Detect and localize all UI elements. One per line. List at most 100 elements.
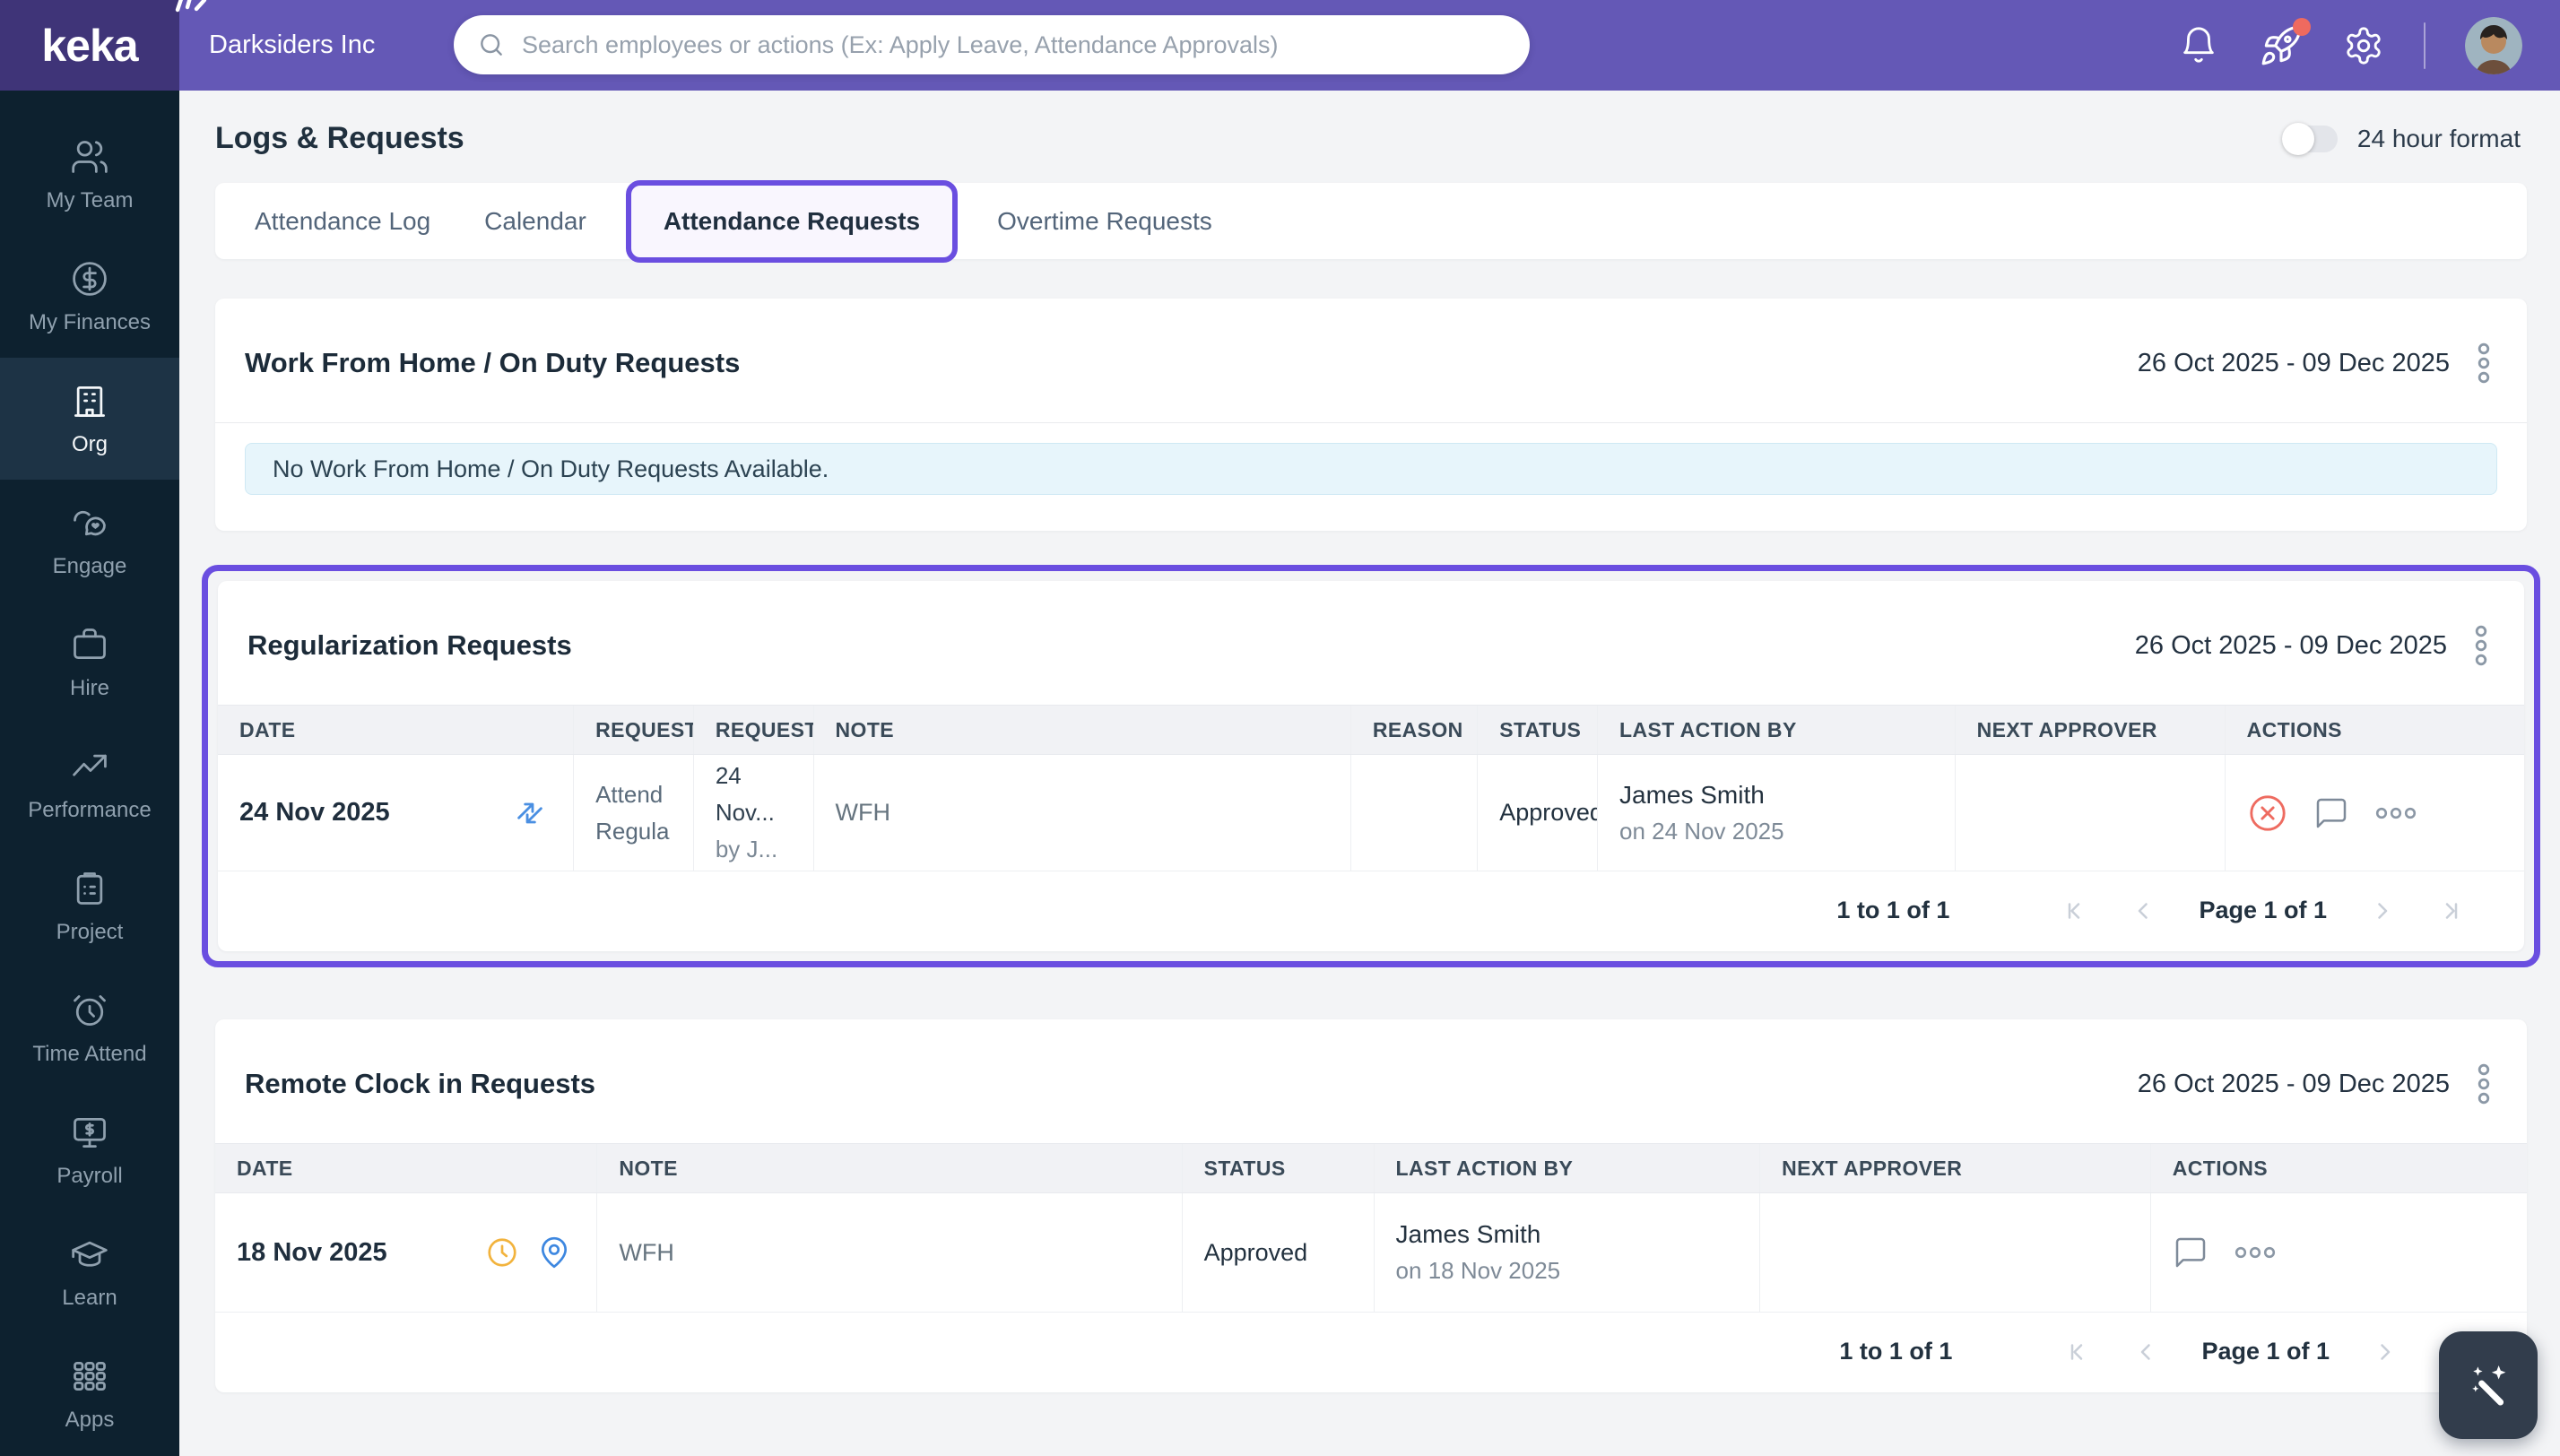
last-action-by-cell: James Smith on 18 Nov 2025 — [1373, 1193, 1760, 1312]
payroll-icon — [74, 1117, 106, 1148]
global-search[interactable] — [454, 15, 1530, 74]
reject-icon[interactable] — [2247, 793, 2288, 834]
col-last-action-by: LAST ACTION BY — [1373, 1144, 1760, 1192]
wfh-empty-banner: No Work From Home / On Duty Requests Ava… — [245, 443, 2497, 495]
prev-page-button[interactable] — [2130, 897, 2157, 924]
sync-swap-icon[interactable] — [512, 795, 548, 831]
topbar: keka Darksiders Inc — [0, 0, 2560, 91]
sidebar-item-engage[interactable]: Engage — [0, 480, 179, 602]
regularization-date-range[interactable]: 26 Oct 2025 - 09 Dec 2025 — [2135, 631, 2447, 661]
next-page-button[interactable] — [2371, 1339, 2398, 1365]
date-cell: 24 Nov 2025 — [218, 755, 573, 871]
status-cell: Approved — [1181, 1193, 1374, 1312]
sidebar-item-apps[interactable]: Apps — [0, 1333, 179, 1455]
col-date: DATE — [237, 1156, 293, 1180]
comment-icon[interactable] — [2313, 795, 2349, 831]
sidebar-item-label: Time Attend — [32, 1041, 147, 1066]
team-icon — [72, 140, 108, 173]
sidebar-item-my-team[interactable]: My Team — [0, 114, 179, 236]
tab-bar: Attendance Log Calendar Attendance Reque… — [215, 179, 2527, 263]
toggle-knob — [2281, 122, 2314, 155]
sidebar-item-org[interactable]: Org — [0, 358, 179, 480]
location-pin-icon[interactable] — [537, 1235, 571, 1270]
whats-new-button[interactable] — [2259, 17, 2311, 68]
gear-icon — [2347, 26, 2381, 65]
request-type-line1: Attend — [595, 780, 664, 808]
company-name: Darksiders Inc — [209, 30, 376, 59]
last-action-by-cell: James Smith on 24 Nov 2025 — [1597, 755, 1955, 871]
prev-page-button[interactable] — [2133, 1339, 2160, 1365]
row-date: 18 Nov 2025 — [237, 1237, 387, 1267]
next-approver-cell — [1954, 755, 2225, 871]
remote-clock-in-card: Remote Clock in Requests 26 Oct 2025 - 0… — [215, 1019, 2527, 1392]
magic-assistant-button[interactable] — [2439, 1331, 2538, 1439]
next-page-icon — [2381, 1343, 2391, 1360]
sidebar-item-label: Project — [56, 919, 124, 944]
sidebar-item-label: Org — [71, 431, 108, 456]
sidebar-item-my-finances[interactable]: My Finances — [0, 236, 179, 358]
last-page-icon — [2445, 902, 2458, 919]
search-input[interactable] — [522, 30, 1463, 59]
status-text: Approved — [1499, 799, 1597, 826]
actions-cell — [2149, 1193, 2527, 1312]
org-icon — [74, 386, 105, 417]
sidebar-item-label: My Finances — [28, 309, 152, 334]
regularization-pagination: 1 to 1 of 1 Page 1 of 1 — [218, 871, 2524, 951]
page-title: Logs & Requests — [215, 121, 464, 155]
tab-overtime-requests[interactable]: Overtime Requests — [970, 207, 1239, 236]
time-attend-icon — [74, 994, 106, 1026]
request-type-cell: Attend Regula — [573, 755, 693, 871]
regularization-card-title: Regularization Requests — [247, 629, 572, 661]
prev-page-icon — [2141, 1343, 2151, 1360]
reason-cell — [1349, 755, 1477, 871]
settings-button[interactable] — [2343, 25, 2384, 66]
col-status: STATUS — [1181, 1144, 1374, 1192]
kebab-menu-icon — [2475, 625, 2487, 666]
main-content: Logs & Requests 24 hour format Attendanc… — [179, 91, 2560, 1456]
learn-icon — [72, 1241, 108, 1267]
tab-attendance-log[interactable]: Attendance Log — [228, 207, 457, 236]
remote-pagination: 1 to 1 of 1 Page 1 of 1 — [215, 1313, 2527, 1392]
row-note: WFH — [619, 1238, 674, 1266]
wfh-date-range[interactable]: 26 Oct 2025 - 09 Dec 2025 — [2138, 349, 2450, 378]
col-note: NOTE — [596, 1144, 1181, 1192]
tab-calendar[interactable]: Calendar — [457, 207, 613, 236]
first-page-button[interactable] — [2061, 897, 2087, 924]
wfh-kebab-menu[interactable] — [2477, 342, 2491, 385]
first-page-button[interactable] — [2063, 1339, 2090, 1365]
col-next-approver: NEXT APPROVER — [1759, 1144, 2150, 1192]
first-page-icon — [2071, 1343, 2083, 1360]
search-icon — [481, 34, 502, 56]
remote-kebab-menu[interactable] — [2477, 1062, 2491, 1105]
last-page-button[interactable] — [2438, 897, 2465, 924]
sidebar-item-performance[interactable]: Performance — [0, 724, 179, 845]
user-avatar[interactable] — [2465, 16, 2522, 74]
24-hour-format-toggle[interactable] — [2281, 122, 2338, 155]
topbar-divider — [2424, 22, 2425, 69]
sidebar-item-project[interactable]: Project — [0, 845, 179, 967]
last-action-name: James Smith — [1395, 1220, 1541, 1248]
engage-icon — [74, 510, 106, 535]
sidebar-item-hire[interactable]: Hire — [0, 602, 179, 724]
status-cell: Approved — [1477, 755, 1597, 871]
more-options-icon[interactable] — [2374, 802, 2417, 824]
regularization-kebab-menu[interactable] — [2474, 624, 2488, 667]
request-type-line2: Regula — [595, 817, 670, 845]
notifications-bell-button[interactable] — [2178, 25, 2219, 66]
keka-logo[interactable]: keka — [0, 0, 207, 91]
sidebar-item-label: My Team — [46, 187, 134, 212]
clock-icon[interactable] — [485, 1235, 519, 1270]
sidebar-item-label: Learn — [62, 1285, 117, 1310]
sidebar-item-payroll[interactable]: Payroll — [0, 1089, 179, 1211]
more-options-icon[interactable] — [2234, 1242, 2277, 1263]
remote-date-range[interactable]: 26 Oct 2025 - 09 Dec 2025 — [2138, 1070, 2450, 1099]
sidebar-item-time-attend[interactable]: Time Attend — [0, 967, 179, 1089]
sidebar-item-learn[interactable]: Learn — [0, 1211, 179, 1333]
comment-icon[interactable] — [2173, 1235, 2209, 1270]
requested-on-line3: by J... — [715, 836, 778, 862]
next-page-button[interactable] — [2368, 897, 2395, 924]
keka-logo-text: keka — [41, 20, 138, 71]
last-action-date: on 18 Nov 2025 — [1395, 1257, 1561, 1284]
tab-attendance-requests[interactable]: Attendance Requests — [625, 179, 959, 263]
bell-icon — [2183, 26, 2214, 63]
